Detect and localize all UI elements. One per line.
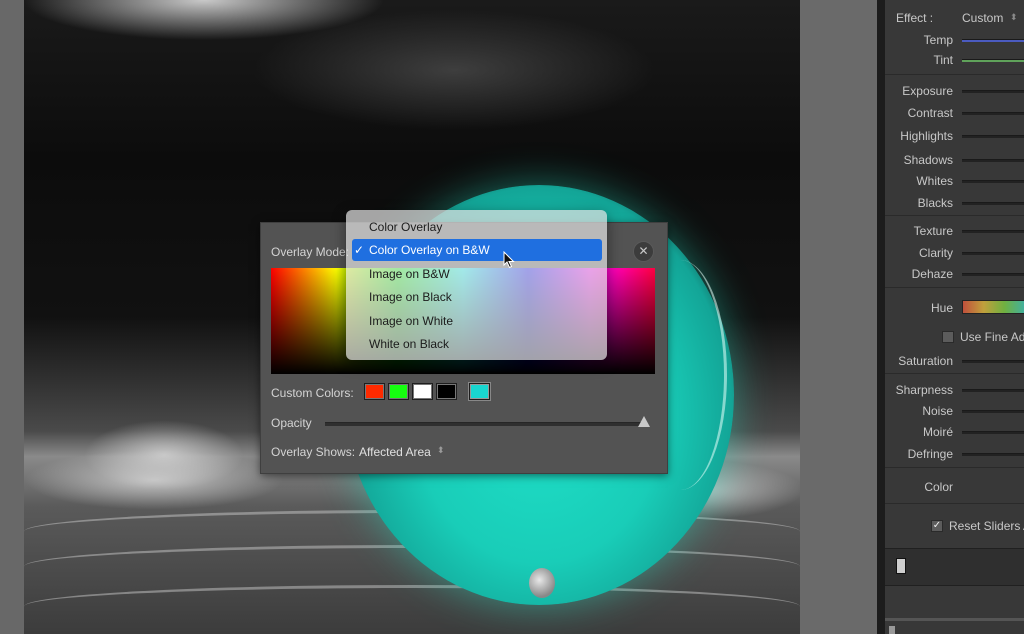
- develop-panel: Effect : Custom ⬍ Temp Tint Exposure Con…: [885, 0, 1024, 634]
- slider-label-defringe: Defringe: [907, 447, 953, 461]
- custom-color-swatch-cyan[interactable]: [469, 383, 490, 400]
- menu-item-label: Image on B&W: [369, 267, 450, 281]
- slider-label-noise: Noise: [922, 404, 953, 418]
- canvas-right-margin: [800, 0, 877, 634]
- panel-toggle-handle[interactable]: [896, 558, 906, 574]
- photo-ripple: [24, 585, 800, 628]
- section-divider: [885, 467, 1024, 468]
- mouse-cursor-icon: [503, 251, 515, 269]
- menu-item-label: Color Overlay on B&W: [369, 243, 490, 257]
- checkmark-icon: ✓: [354, 243, 365, 257]
- dehaze-slider[interactable]: [962, 273, 1024, 276]
- panel-divider: [877, 0, 885, 634]
- section-divider: [885, 215, 1024, 216]
- contrast-slider[interactable]: [962, 112, 1024, 115]
- slider-label-moire: Moiré: [922, 425, 953, 439]
- slider-label-shadows: Shadows: [903, 153, 953, 167]
- overlay-shows-label: Overlay Shows:: [271, 445, 356, 459]
- menu-item-image-on-black[interactable]: Image on Black: [352, 286, 602, 308]
- updown-chevron-icon[interactable]: ⬍: [1010, 12, 1018, 23]
- slider-label-dehaze: Dehaze: [911, 267, 953, 281]
- sharpness-slider[interactable]: [962, 389, 1024, 392]
- custom-color-swatch-white[interactable]: [412, 383, 433, 400]
- highlights-slider[interactable]: [962, 135, 1024, 138]
- menu-item-color-overlay-bw[interactable]: ✓ Color Overlay on B&W: [352, 239, 602, 261]
- opacity-label: Opacity: [271, 416, 312, 430]
- overlay-mode-dropdown: Color Overlay ✓ Color Overlay on B&W Ima…: [346, 210, 607, 360]
- exposure-slider[interactable]: [962, 90, 1024, 93]
- hue-slider[interactable]: [962, 300, 1024, 314]
- slider-label-tint: Tint: [933, 53, 953, 67]
- menu-item-image-on-bw[interactable]: Image on B&W: [352, 263, 602, 285]
- slider-label-saturation: Saturation: [898, 354, 953, 368]
- slider-label-highlights: Highlights: [900, 129, 953, 143]
- opacity-slider-thumb[interactable]: [638, 416, 650, 427]
- saturation-slider[interactable]: [962, 360, 1024, 363]
- panel-scrollbar[interactable]: [885, 618, 1024, 621]
- slider-label-clarity: Clarity: [918, 246, 953, 260]
- menu-item-label: Image on White: [369, 314, 454, 328]
- moire-slider[interactable]: [962, 431, 1024, 434]
- section-divider: [885, 74, 1024, 75]
- shadows-slider[interactable]: [962, 159, 1024, 162]
- use-fine-adjustment-label: Use Fine Adj: [960, 330, 1024, 344]
- slider-label-contrast: Contrast: [907, 106, 953, 120]
- noise-slider[interactable]: [962, 410, 1024, 413]
- photo-cloud: [24, 450, 284, 510]
- section-divider: [885, 373, 1024, 374]
- overlay-mode-label: Overlay Mode:: [271, 245, 350, 259]
- custom-color-swatch-green[interactable]: [388, 383, 409, 400]
- menu-item-color-overlay[interactable]: Color Overlay: [352, 216, 602, 238]
- menu-item-image-on-white[interactable]: Image on White: [352, 310, 602, 332]
- menu-item-label: White on Black: [369, 337, 450, 351]
- blacks-slider[interactable]: [962, 202, 1024, 205]
- slider-label-hue: Hue: [930, 301, 953, 315]
- section-divider: [885, 503, 1024, 504]
- close-icon[interactable]: ✕: [633, 241, 654, 262]
- effect-select[interactable]: Custom: [962, 11, 1003, 25]
- reset-sliders-checkbox[interactable]: ✓: [931, 520, 943, 532]
- temp-slider[interactable]: [962, 39, 1024, 42]
- tint-slider[interactable]: [962, 59, 1024, 62]
- slider-label-whites: Whites: [916, 174, 953, 188]
- effect-label: Effect :: [896, 11, 934, 25]
- custom-color-swatch-red[interactable]: [364, 383, 385, 400]
- use-fine-adjustment-checkbox[interactable]: [942, 331, 954, 343]
- scroll-knob[interactable]: [889, 626, 895, 634]
- menu-item-label: Color Overlay: [369, 220, 443, 234]
- slider-label-exposure: Exposure: [902, 84, 953, 98]
- canvas-left-margin: [0, 0, 24, 634]
- water-droplet: [529, 568, 555, 598]
- slider-label-sharpness: Sharpness: [895, 383, 953, 397]
- reset-sliders-label: Reset Sliders A: [949, 519, 1024, 533]
- whites-slider[interactable]: [962, 180, 1024, 183]
- texture-slider[interactable]: [962, 230, 1024, 233]
- slider-label-temp: Temp: [923, 33, 953, 47]
- defringe-slider[interactable]: [962, 453, 1024, 456]
- updown-chevron-icon[interactable]: ⬍: [437, 445, 445, 456]
- menu-item-white-on-black[interactable]: White on Black: [352, 333, 602, 355]
- menu-item-label: Image on Black: [369, 290, 452, 304]
- clarity-slider[interactable]: [962, 252, 1024, 255]
- overlay-shows-select[interactable]: Affected Area: [359, 445, 431, 459]
- opacity-slider-track[interactable]: [325, 422, 647, 426]
- slider-label-texture: Texture: [913, 224, 953, 238]
- color-label: Color: [924, 480, 953, 494]
- custom-colors-label: Custom Colors:: [271, 386, 354, 400]
- custom-color-swatch-black[interactable]: [436, 383, 457, 400]
- slider-label-blacks: Blacks: [917, 196, 953, 210]
- section-divider: [885, 287, 1024, 288]
